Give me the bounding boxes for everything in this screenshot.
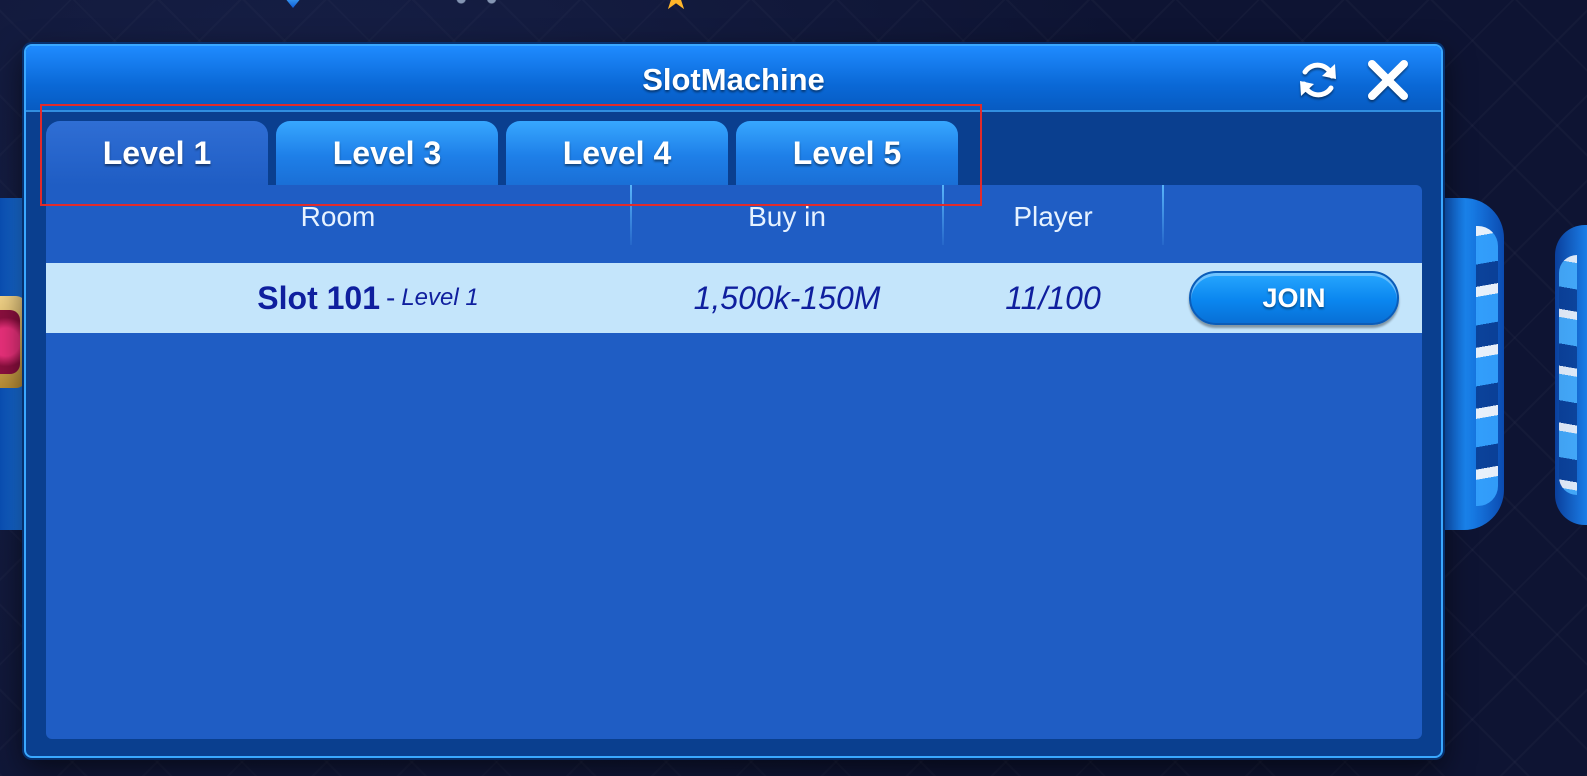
tab-label: Level 5 <box>792 134 902 171</box>
table-row[interactable]: Slot 101 - Level 1 1,500k-150M 11/100 JO… <box>46 263 1422 333</box>
top-sparkle-decoration <box>446 0 522 4</box>
join-button[interactable]: JOIN <box>1189 271 1399 325</box>
buy-in-cell: 1,500k-150M <box>693 279 881 316</box>
tab-level-3[interactable]: Level 3 <box>276 121 498 185</box>
tab-label: Level 1 <box>102 134 212 171</box>
players-cell: 11/100 <box>1005 279 1101 316</box>
tab-level-4[interactable]: Level 4 <box>506 121 728 185</box>
room-name: Slot 101 <box>257 279 380 316</box>
table-header: Room Buy in Player <box>46 185 1422 263</box>
header-buy-in: Buy in <box>748 201 826 232</box>
tab-label: Level 4 <box>562 134 672 171</box>
room-separator: - <box>386 282 396 313</box>
background-drum-edge <box>1555 225 1587 525</box>
room-cell: Slot 101 - Level 1 <box>46 263 690 333</box>
background-drum <box>1440 198 1504 530</box>
tab-label: Level 3 <box>332 134 442 171</box>
top-gem-decoration <box>280 0 306 8</box>
slot-machine-dialog: SlotMachine Level 1 Level 3 Level 4 Leve… <box>24 44 1443 758</box>
refresh-button[interactable] <box>1292 54 1344 106</box>
room-level: Level 1 <box>401 284 479 311</box>
header-player: Player <box>1013 201 1093 232</box>
column-divider <box>1162 185 1164 245</box>
refresh-icon <box>1300 62 1336 98</box>
tab-level-5[interactable]: Level 5 <box>736 121 958 185</box>
star-icon: ★ <box>658 0 694 10</box>
room-list-panel: Room Buy in Player Slot 101 - Level 1 1,… <box>46 185 1422 739</box>
header-room: Room <box>300 201 376 232</box>
close-button[interactable] <box>1362 54 1414 106</box>
close-icon <box>1368 60 1408 100</box>
dialog-title-bar: SlotMachine <box>26 46 1441 112</box>
tab-level-1[interactable]: Level 1 <box>46 121 268 185</box>
dialog-title: SlotMachine <box>642 62 825 97</box>
